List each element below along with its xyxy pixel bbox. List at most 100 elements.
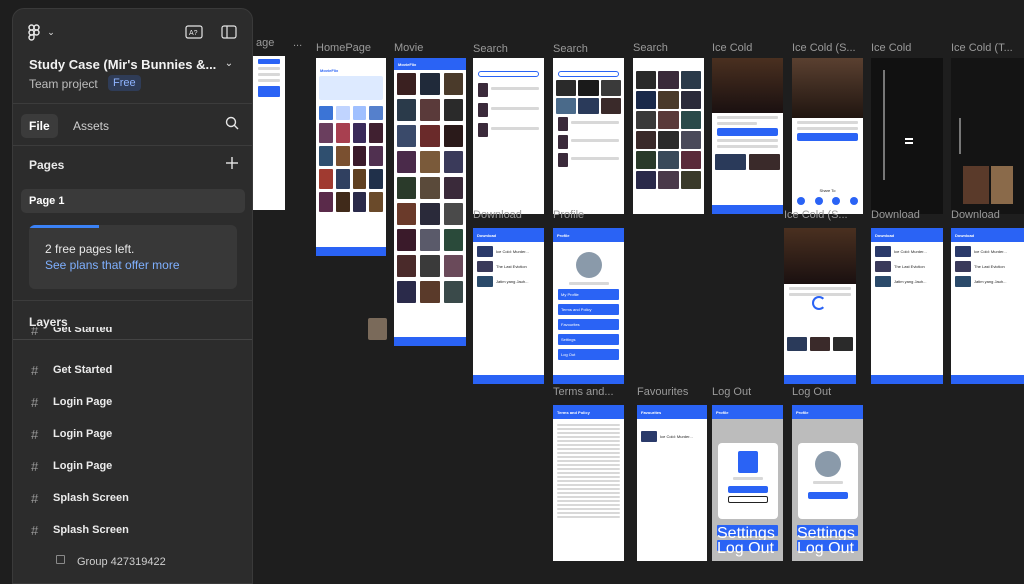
frame-hash-icon: # [31,327,39,338]
frame-label-download[interactable]: Download [473,209,522,221]
profile-menu-item[interactable]: Log Out [558,349,619,360]
download2-title: Download [871,228,943,242]
frame-download-3[interactable]: Download Ice Cold: Murder... The Last Ev… [951,228,1024,384]
frame-label-search-2[interactable]: Search [553,43,588,55]
search-icon[interactable] [224,115,240,131]
share-icon[interactable] [850,197,859,205]
text-autocomplete-icon[interactable]: A? [184,24,204,40]
frame-favourites[interactable]: Favourites Ice Cold: Murder... [637,405,707,561]
frame-label-ice-cold-s-2[interactable]: Ice Cold (S... [784,209,848,221]
logout1-title: Profile [712,405,783,419]
frame-logout-2[interactable]: Profile Settings Log Out [792,405,863,561]
frame-label-homepage[interactable]: HomePage [316,42,371,54]
favourite-item[interactable]: Ice Cold: Murder... [660,434,693,439]
layer-name: Get Started [53,364,113,376]
frame-profile[interactable]: Profile My Profile Terms and Policy Favo… [553,228,624,384]
download-item[interactable]: Ice Cold: Murder... [974,249,1007,254]
frame-ice-cold-loading[interactable] [784,228,856,384]
frame-homepage[interactable]: MovieFlix [316,58,386,256]
download-item[interactable]: The Last Eviction [894,264,925,269]
frame-label-download-2[interactable]: Download [871,209,920,221]
layer-item[interactable]: # Get Started [13,327,252,341]
frame-label-more[interactable]: ... [293,37,302,49]
frame-label-favourites[interactable]: Favourites [637,386,688,398]
download-item[interactable]: The Last Eviction [496,264,527,269]
page-item-page-1[interactable]: Page 1 [21,189,245,213]
frame-label-movie[interactable]: Movie [394,42,423,54]
layer-name: Login Page [53,428,113,440]
frame-logout-1[interactable]: Profile Settings Log Out [712,405,783,561]
project-title[interactable]: Study Case (Mir's Bunnies &... [29,57,216,72]
tab-assets[interactable]: Assets [73,119,109,133]
see-plans-link[interactable]: See plans that offer more [45,258,180,272]
frame-label[interactable]: age [256,37,274,49]
download-item[interactable]: Jatim yang Jauh... [974,279,1006,284]
layer-item-group[interactable]: Group 427319422 [13,549,252,575]
layer-item[interactable]: # Get Started [13,357,252,383]
frame-label-logout-2[interactable]: Log Out [792,386,831,398]
sidebar-toggle-icon[interactable] [220,24,238,40]
frame-ice-cold-player[interactable] [871,58,943,214]
share-icon[interactable] [832,197,841,205]
frame-ice-cold[interactable] [712,58,783,214]
avatar-thumbnail[interactable] [368,318,387,340]
chevron-down-icon[interactable]: ⌄ [46,27,56,37]
share-title: Share To [819,188,836,193]
frame-label-ice-cold-s[interactable]: Ice Cold (S... [792,42,856,54]
frame-terms[interactable]: Terms and Policy [553,405,624,561]
download3-title: Download [951,228,1024,242]
frame-search-3[interactable] [633,58,704,214]
frame-label-ice-cold-t[interactable]: Ice Cold (T... [951,42,1013,54]
divider [13,300,252,301]
frame-search-1[interactable] [473,58,544,214]
frame-label-download-3[interactable]: Download [951,209,1000,221]
back-to-login-button[interactable] [808,492,848,499]
logout-avatar [815,451,841,477]
frame-ice-cold-trailer[interactable] [951,58,1024,214]
plan-badge[interactable]: Free [108,75,141,91]
layer-item[interactable]: # Splash Screen [13,517,252,543]
figma-logo-icon[interactable] [27,23,41,43]
frame-ice-cold-share[interactable]: Share To [792,58,863,214]
layer-item[interactable]: # Splash Screen [13,485,252,511]
settings-row[interactable]: Settings [797,525,858,542]
divider [13,145,252,146]
free-pages-notice: 2 free pages left. See plans that offer … [29,225,237,289]
frame-label-terms[interactable]: Terms and... [553,386,614,398]
frame-label-ice-cold-2[interactable]: Ice Cold [871,42,911,54]
settings-row[interactable]: Settings [717,525,778,542]
layer-item[interactable]: # Login Page [13,453,252,479]
profile-menu-item[interactable]: Terms and Policy [558,304,619,315]
layer-name: Login Page [53,460,113,472]
download-item[interactable]: Ice Cold: Murder... [894,249,927,254]
layer-item[interactable]: # Login Page [13,389,252,415]
download-item[interactable]: Jatim yang Jauh... [496,279,528,284]
layer-item[interactable]: # Login Page [13,421,252,447]
frame-label-logout-1[interactable]: Log Out [712,386,751,398]
frame-search-2[interactable] [553,58,624,214]
logout-no-button[interactable] [728,496,768,503]
frame-label-search-1[interactable]: Search [473,43,508,55]
project-menu-chevron-icon[interactable]: ⌄ [223,57,235,69]
frame-label-search-3[interactable]: Search [633,42,668,54]
frame-label-ice-cold[interactable]: Ice Cold [712,42,752,54]
download-item[interactable]: Jatim yang Jauh... [894,279,926,284]
frame-download-2[interactable]: Download Ice Cold: Murder... The Last Ev… [871,228,943,384]
frame-partial[interactable] [253,56,285,210]
profile-menu-item[interactable]: Settings [558,334,619,345]
profile-menu-item[interactable]: Favourites [558,319,619,330]
download-item[interactable]: The Last Eviction [974,264,1005,269]
frame-label-profile[interactable]: Profile [553,209,584,221]
share-icon[interactable] [814,197,823,205]
share-icon[interactable] [796,197,805,205]
tab-file[interactable]: File [21,114,58,138]
profile-menu-item[interactable]: My Profile [558,289,619,300]
logout-row[interactable]: Log Out [797,540,858,557]
logout-row[interactable]: Log Out [717,540,778,557]
logout-yes-button[interactable] [728,486,768,493]
frame-download[interactable]: Download Ice Cold: Murder... The Last Ev… [473,228,544,384]
group-icon [56,555,65,564]
download-item[interactable]: Ice Cold: Murder... [496,249,529,254]
plus-icon[interactable] [224,155,240,171]
frame-movie[interactable]: MovieFlix [394,58,466,346]
